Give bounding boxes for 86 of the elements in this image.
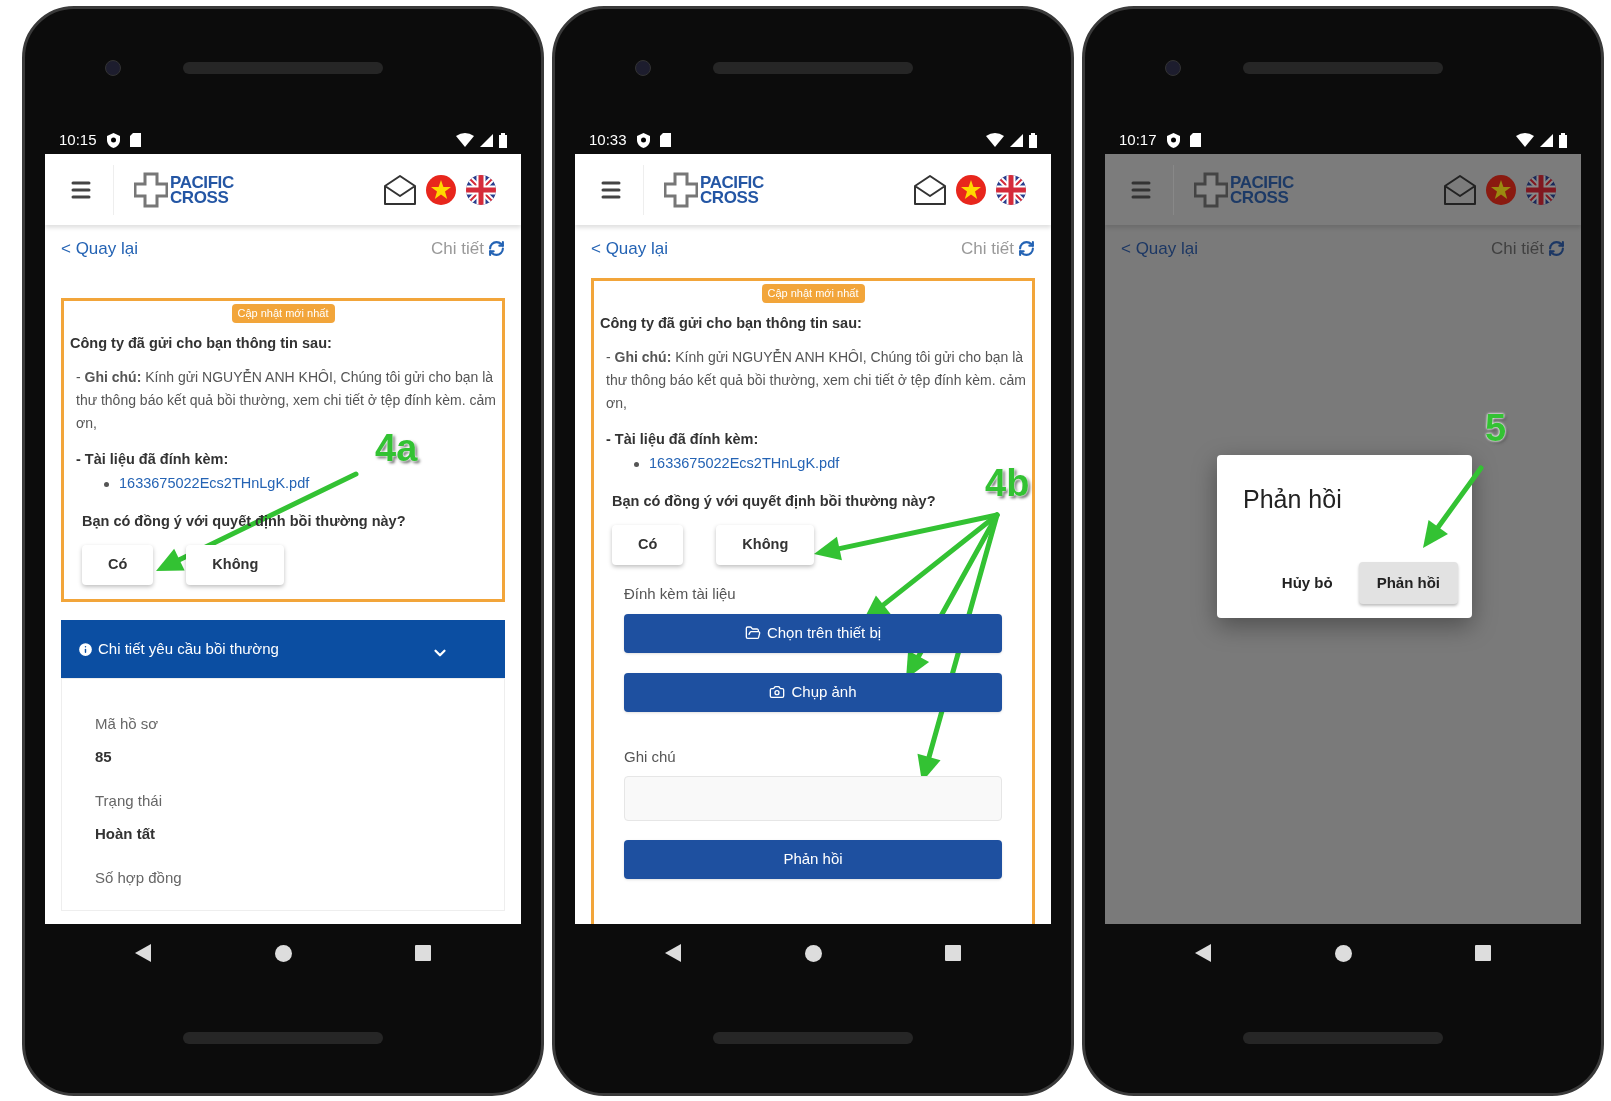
- cross-logo-icon: [1194, 171, 1228, 208]
- refresh-icon[interactable]: [1548, 240, 1565, 257]
- choice-button[interactable]: Không: [716, 525, 815, 565]
- field-value: Hoàn tất: [95, 823, 156, 844]
- back-nav-icon[interactable]: [1195, 944, 1211, 962]
- logo-text: PACIFIC: [170, 174, 234, 190]
- signal-icon: [480, 133, 493, 147]
- home-nav-icon[interactable]: [804, 944, 822, 962]
- camera-lens: [635, 59, 651, 76]
- logo-text: CROSS: [700, 189, 759, 205]
- choice-button[interactable]: Có: [82, 545, 154, 585]
- home-nav-icon[interactable]: [1334, 944, 1352, 962]
- attachments-label: - Tài liệu đã đính kèm:: [606, 431, 759, 448]
- field-label: Số hợp đồng: [95, 868, 183, 888]
- wifi-icon: [986, 133, 1004, 147]
- battery-icon: [1559, 132, 1567, 148]
- signal-icon: [1540, 133, 1553, 147]
- field-label: Mã hồ sơ: [95, 714, 160, 734]
- attachments-label: - Tài liệu đã đính kèm:: [76, 451, 229, 468]
- status-time: 10:33: [589, 129, 627, 150]
- envelope-icon[interactable]: [913, 173, 947, 206]
- battery-icon: [499, 132, 507, 148]
- note-text: - Ghi chú: Kính gửi NGUYỄN ANH KHÔI, Chúng tôi gửi cho bạn là thư thông báo kết quả bồi thường, xem chi tiết ở tệp đính kèm. cảm ơn,: [605, 348, 1026, 414]
- latest-update-badge: Cập nhật mới nhất: [761, 284, 865, 303]
- logo-text: CROSS: [1230, 189, 1289, 205]
- camera-lens: [1165, 59, 1181, 76]
- signal-icon: [1010, 133, 1023, 147]
- page-title: Chi tiết: [431, 237, 484, 260]
- folder-icon: [744, 625, 761, 641]
- wifi-icon: [456, 133, 474, 147]
- choice-button[interactable]: Có: [612, 525, 684, 565]
- info-icon: [77, 640, 94, 658]
- step-label: 4b: [985, 464, 1030, 502]
- sd-card-icon: [1189, 133, 1201, 147]
- attach-label: Đính kèm tài liệu: [624, 584, 737, 604]
- back-link[interactable]: < Quay lại: [61, 235, 138, 262]
- refresh-icon[interactable]: [1018, 240, 1035, 257]
- battery-icon: [1029, 132, 1037, 148]
- logo-text: PACIFIC: [700, 174, 764, 190]
- message-heading: Công ty đã gửi cho bạn thông tin sau:: [70, 333, 333, 353]
- cross-logo-icon: [134, 171, 168, 208]
- submit-button[interactable]: Phản hồi: [624, 840, 1002, 879]
- shield-icon: [106, 132, 120, 148]
- attachment-link[interactable]: 1633675022Ecs2THnLgK.pdf: [119, 473, 310, 495]
- step-label: 5: [1485, 409, 1507, 447]
- logo-text: PACIFIC: [1230, 174, 1294, 190]
- shield-icon: [636, 132, 650, 148]
- cross-logo-icon: [664, 171, 698, 208]
- page-title: Chi tiết: [1491, 237, 1544, 260]
- note-label: Ghi chú: [624, 746, 677, 767]
- message-heading: Công ty đã gửi cho bạn thông tin sau:: [600, 313, 863, 333]
- refresh-icon[interactable]: [488, 240, 505, 257]
- attachment-link[interactable]: 1633675022Ecs2THnLgK.pdf: [649, 453, 840, 475]
- dialog-title: Phản hồi: [1242, 484, 1343, 515]
- back-link[interactable]: < Quay lại: [591, 235, 668, 262]
- upload-button[interactable]: Chụp ảnh: [624, 672, 1002, 712]
- back-nav-icon[interactable]: [135, 944, 151, 962]
- back-nav-icon[interactable]: [665, 944, 681, 962]
- vietnam-flag-icon[interactable]: [1485, 173, 1517, 206]
- note-input-field[interactable]: [624, 776, 1002, 821]
- vietnam-flag-icon[interactable]: [955, 173, 987, 206]
- envelope-icon[interactable]: [383, 173, 417, 206]
- home-nav-icon[interactable]: [274, 944, 292, 962]
- camera-icon: [769, 684, 786, 700]
- choice-button[interactable]: Không: [186, 545, 285, 585]
- accordion-title: Chi tiết yêu cầu bồi thường: [98, 638, 279, 659]
- status-time: 10:17: [1119, 129, 1157, 150]
- logo-text: CROSS: [170, 189, 229, 205]
- question-text: Bạn có đồng ý với quyết định bồi thường này?: [612, 493, 936, 509]
- status-time: 10:15: [59, 129, 97, 150]
- wifi-icon: [1516, 133, 1534, 147]
- sd-card-icon: [129, 133, 141, 147]
- upload-button[interactable]: Chọn trên thiết bị: [624, 613, 1002, 653]
- vietnam-flag-icon[interactable]: [425, 173, 457, 206]
- uk-flag-icon[interactable]: [1525, 173, 1557, 206]
- uk-flag-icon[interactable]: [465, 173, 497, 206]
- field-label: Trạng thái: [95, 791, 163, 811]
- shield-icon: [1166, 132, 1180, 148]
- sd-card-icon: [659, 133, 671, 147]
- accordion-header[interactable]: Chi tiết yêu cầu bồi thường: [61, 620, 505, 678]
- dialog-button[interactable]: Phản hồi: [1358, 562, 1458, 604]
- camera-lens: [105, 59, 121, 76]
- field-value: 85: [95, 746, 113, 767]
- uk-flag-icon[interactable]: [995, 173, 1027, 206]
- page-title: Chi tiết: [961, 237, 1014, 260]
- latest-update-badge: Cập nhật mới nhất: [231, 304, 335, 323]
